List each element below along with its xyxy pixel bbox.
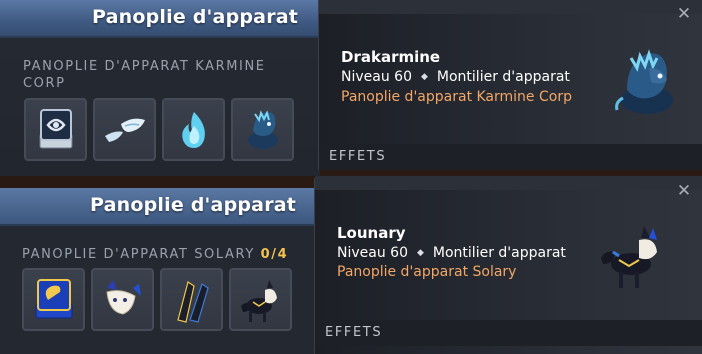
separator-icon: ◆: [420, 72, 428, 82]
mount-icon: [241, 280, 277, 322]
item-name: Lounary: [337, 224, 406, 242]
item-set-link[interactable]: Panoplie d'apparat Solary: [337, 264, 516, 280]
set-panel-karmine: Panoplie d'apparat PANOPLIE D'APPARAT KA…: [0, 0, 320, 176]
set-label: PANOPLIE D'APPARAT SOLARY 0/4: [22, 246, 320, 263]
set-label-text: PANOPLIE D'APPARAT SOLARY: [22, 247, 255, 262]
drakarmine-preview-image: [615, 49, 673, 114]
item-level: Niveau 60: [337, 245, 408, 261]
blades-icon: [177, 281, 209, 323]
item-name: Drakarmine: [341, 48, 441, 66]
tooltip-header: [319, 0, 702, 14]
item-meta: Niveau 60 ◆ Montilier d'apparat: [337, 245, 566, 261]
separator-icon: ◆: [416, 248, 424, 258]
item-slot-karmine-banner[interactable]: [24, 98, 87, 161]
item-slot-solary-mask[interactable]: [91, 268, 154, 331]
item-tooltip-drakarmine: ✕ Drakarmine Niveau 60 ◆ Montilier d'appar…: [318, 0, 702, 170]
item-meta: Niveau 60 ◆ Montilier d'apparat: [341, 69, 570, 85]
item-slot-drakarmine[interactable]: [231, 98, 294, 161]
item-category: Montilier d'apparat: [432, 245, 566, 261]
panel-titlebar: Panoplie d'apparat: [0, 0, 320, 38]
item-slot-solary-banner[interactable]: [22, 268, 85, 331]
item-tooltip-lounary: ✕ Lounary Niveau 60 ◆ Montilier d'apparat …: [314, 176, 702, 354]
set-label: PANOPLIE D'APPARAT KARMINE CORP: [23, 59, 266, 91]
effects-label: EFFETS: [329, 149, 387, 164]
set-count-badge: 0/4: [260, 247, 289, 262]
set-panel-solary: Panoplie d'apparat PANOPLIE D'APPARAT SO…: [0, 188, 320, 354]
panel-titlebar: Panoplie d'apparat: [0, 188, 320, 226]
item-category: Montilier d'apparat: [436, 69, 570, 85]
flame-icon: [182, 112, 205, 148]
item-slot-karmine-wings[interactable]: [93, 98, 156, 161]
tooltip-header: [315, 176, 702, 190]
panel-title: Panoplie d'apparat: [90, 194, 297, 216]
effects-label: EFFETS: [325, 325, 383, 340]
mask-icon: [106, 280, 141, 315]
effects-section-header: EFFETS: [319, 144, 702, 170]
item-slot-solary-blades[interactable]: [160, 268, 223, 331]
banner-icon: [35, 279, 73, 319]
item-slot-karmine-flame[interactable]: [162, 98, 225, 161]
banner-icon: [39, 109, 73, 149]
wings-icon: [105, 118, 145, 142]
item-slot-lounary[interactable]: [229, 268, 292, 331]
item-set-link[interactable]: Panoplie d'apparat Karmine Corp: [341, 89, 572, 105]
close-icon[interactable]: ✕: [676, 6, 692, 23]
item-level: Niveau 60: [341, 69, 412, 85]
item-slots: [22, 268, 292, 331]
close-icon[interactable]: ✕: [676, 183, 692, 200]
lounary-preview-image: [601, 226, 657, 288]
panel-title: Panoplie d'apparat: [92, 6, 299, 28]
item-slots: [24, 98, 294, 161]
mount-icon: [248, 110, 278, 149]
effects-section-header: EFFETS: [315, 320, 702, 346]
